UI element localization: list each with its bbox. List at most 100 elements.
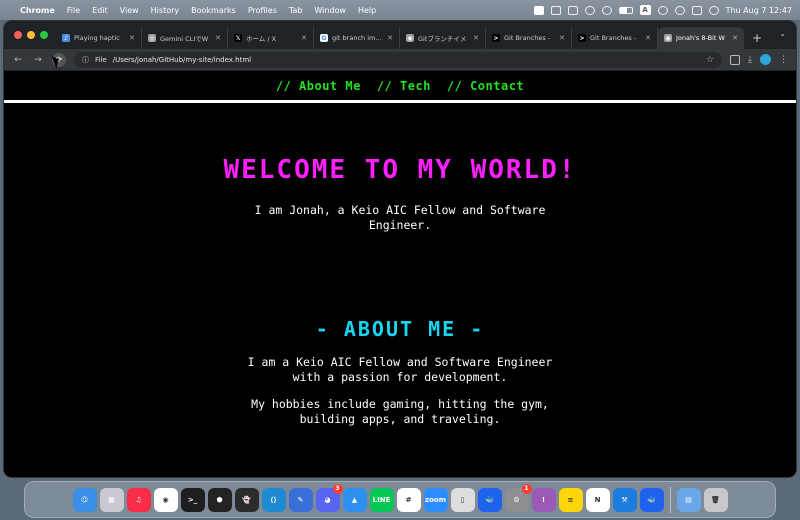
minimize-window-icon[interactable]	[27, 31, 35, 39]
clock[interactable]: Thu Aug 7 12:47	[726, 6, 792, 15]
menu-tab[interactable]: Tab	[289, 6, 303, 15]
notion-status-icon[interactable]	[567, 5, 578, 15]
vscode-icon[interactable]: ⟨⟩	[261, 487, 286, 512]
claude-icon: >	[492, 34, 500, 42]
terminal-icon[interactable]: >_	[180, 487, 205, 512]
docker-icon[interactable]: 🐳	[639, 487, 664, 512]
menu-edit[interactable]: Edit	[92, 6, 108, 15]
close-tab-icon[interactable]: ✕	[473, 34, 479, 42]
dark-mode-icon[interactable]	[601, 5, 612, 15]
tab-strip: ♪ Playing haptic ✕ ◎ Gemini CLIでW ✕ 𝕏 ホーム / X ✕ G…	[56, 27, 744, 49]
input-source-icon[interactable]: A	[639, 5, 651, 15]
back-icon[interactable]: ←	[12, 55, 24, 65]
launchpad-icon[interactable]: ▦	[99, 487, 124, 512]
profile-avatar[interactable]	[760, 54, 771, 65]
tab[interactable]: 𝕏 ホーム / X ✕	[228, 27, 314, 49]
play-icon[interactable]	[584, 5, 595, 15]
file-chip: File	[95, 55, 107, 64]
tab-label: Git Branches -	[590, 34, 637, 42]
bookmark-star-icon[interactable]: ☆	[706, 55, 714, 65]
zoom-window-icon[interactable]	[40, 31, 48, 39]
music-icon[interactable]: ♫	[126, 487, 151, 512]
notification-badge: 3	[332, 483, 343, 494]
url-text[interactable]: /Users/jonah/GitHub/my-site/index.html	[113, 56, 251, 64]
dock: ☺ ▦ ♫ ◉ >_ ⬢ 👻 ⟨⟩ ✎ ◕ 3 ▲ LINE # zoom ▯ 🐳 ⚙ 1! ≡ N ⚒ 🐳 ▤ 🗑	[24, 481, 776, 518]
close-tab-icon[interactable]: ✕	[559, 34, 565, 42]
extensions-icon[interactable]	[730, 54, 741, 65]
tab-search-icon[interactable]: ⌄	[779, 29, 786, 38]
tab[interactable]: > Git Branches - ✕	[572, 27, 658, 49]
close-tab-icon[interactable]: ✕	[215, 34, 221, 42]
hero-title: WELCOME TO MY WORLD!	[223, 155, 577, 185]
keynote-icon[interactable]: ▲	[342, 487, 367, 512]
slack-icon[interactable]: #	[396, 487, 421, 512]
line-icon[interactable]: LINE	[369, 487, 394, 512]
tab[interactable]: ♪ Playing haptic ✕	[56, 27, 142, 49]
menu-file[interactable]: File	[67, 6, 80, 15]
feedback-icon[interactable]: !	[531, 487, 556, 512]
claude-icon: >	[578, 34, 586, 42]
address-bar[interactable]: ⓘ File /Users/jonah/GitHub/my-site/index…	[74, 51, 723, 68]
search-icon[interactable]	[674, 5, 685, 15]
nav-about-link[interactable]: // About Me	[276, 79, 361, 93]
tab[interactable]: Ggit branch imag ✕	[314, 27, 400, 49]
trash-icon[interactable]: 🗑	[703, 487, 728, 512]
notification-badge: 1	[521, 483, 532, 494]
menu-help[interactable]: Help	[358, 6, 376, 15]
menu-profiles[interactable]: Profiles	[248, 6, 277, 15]
close-tab-icon[interactable]: ✕	[387, 34, 393, 42]
nav-tech-link[interactable]: // Tech	[377, 79, 431, 93]
tab-label: Gemini CLIでW	[160, 35, 209, 43]
menu-history[interactable]: History	[151, 6, 179, 15]
menu-app-name[interactable]: Chrome	[20, 6, 55, 15]
x-icon: 𝕏	[234, 34, 242, 42]
tab-label: Playing haptic	[74, 34, 120, 42]
menu-kebab-icon[interactable]: ⋮	[779, 55, 788, 65]
control-center-icon[interactable]	[691, 5, 702, 15]
notes-icon[interactable]: ≡	[558, 487, 583, 512]
new-tab-icon[interactable]: +	[744, 31, 770, 49]
siri-icon[interactable]	[708, 5, 719, 15]
tab[interactable]: ◎ Gemini CLIでW ✕	[142, 27, 228, 49]
settings-icon[interactable]: ⚙ 1	[504, 483, 532, 512]
download-icon[interactable]: ⤓	[748, 55, 752, 65]
discord-icon[interactable]: ◕ 3	[315, 483, 343, 512]
window-controls	[10, 21, 56, 49]
tab[interactable]: ◉ Jonah's 8-Bit W ✕	[658, 27, 744, 49]
globe-icon: ◉	[664, 34, 672, 42]
docker-icon[interactable]: 🐳	[477, 487, 502, 512]
close-tab-icon[interactable]: ✕	[129, 34, 135, 42]
ghost-icon[interactable]: 👻	[234, 487, 259, 512]
browser-toolbar: ← → ⟳ ⓘ File /Users/jonah/GitHub/my-site…	[4, 49, 796, 71]
about-paragraph-2: My hobbies include gaming, hitting the g…	[251, 397, 549, 426]
menu-window[interactable]: Window	[314, 6, 346, 15]
phone-mirror-icon[interactable]: ▯	[450, 487, 475, 512]
notion-icon[interactable]: N	[585, 487, 610, 512]
tab-bar: ♪ Playing haptic ✕ ◎ Gemini CLIでW ✕ 𝕏 ホーム / X ✕ G…	[4, 21, 796, 49]
tab-label: git branch imag	[332, 34, 384, 42]
tab-label: ホーム / X	[246, 35, 277, 43]
recording-icon[interactable]	[533, 5, 544, 15]
tab[interactable]: > Git Branches - ✕	[486, 27, 572, 49]
battery-icon[interactable]	[618, 6, 633, 14]
wifi-icon[interactable]	[657, 5, 668, 15]
close-tab-icon[interactable]: ✕	[732, 34, 738, 42]
chrome-icon[interactable]: ◉	[153, 487, 178, 512]
xcode-icon[interactable]: ⚒	[612, 487, 637, 512]
finder-icon[interactable]: ☺	[72, 487, 97, 512]
browser-window: ♪ Playing haptic ✕ ◎ Gemini CLIでW ✕ 𝕏 ホーム / X ✕ G…	[4, 21, 796, 477]
forward-icon[interactable]: →	[32, 55, 44, 65]
tab[interactable]: ◉ Gitブランチイメ ✕	[400, 27, 486, 49]
screen-icon[interactable]	[550, 5, 561, 15]
zoom-icon[interactable]: zoom	[423, 487, 448, 512]
downloads-folder-icon[interactable]: ▤	[676, 487, 701, 512]
close-window-icon[interactable]	[14, 31, 22, 39]
close-tab-icon[interactable]: ✕	[645, 34, 651, 42]
info-icon[interactable]: ⓘ	[82, 55, 89, 65]
nav-contact-link[interactable]: // Contact	[447, 79, 524, 93]
close-tab-icon[interactable]: ✕	[301, 34, 307, 42]
menu-bookmarks[interactable]: Bookmarks	[191, 6, 236, 15]
menu-view[interactable]: View	[120, 6, 139, 15]
cube-icon[interactable]: ⬢	[207, 487, 232, 512]
pencil-icon[interactable]: ✎	[288, 487, 313, 512]
